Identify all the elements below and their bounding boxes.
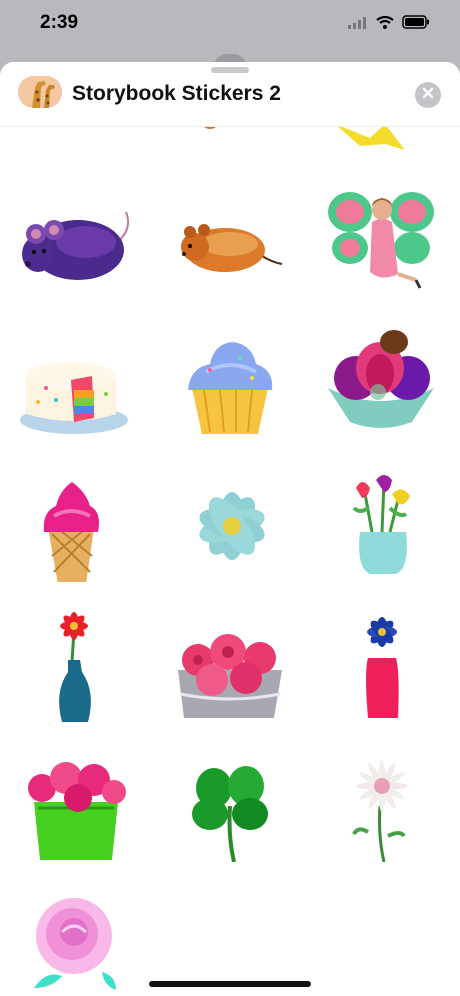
home-indicator[interactable] bbox=[149, 981, 311, 987]
sticker-clover[interactable] bbox=[170, 752, 290, 862]
sticker-purple-mouse[interactable] bbox=[16, 192, 136, 302]
sticker-cupcake[interactable] bbox=[170, 328, 290, 438]
status-time: 2:39 bbox=[40, 12, 79, 33]
close-icon bbox=[422, 86, 434, 104]
wifi-icon bbox=[376, 15, 394, 34]
sticker-pink-vase-blue-flower[interactable] bbox=[320, 612, 440, 722]
giraffe-icon bbox=[18, 76, 62, 108]
sticker-sundae-bowl[interactable] bbox=[320, 322, 440, 432]
sheet-title: Storybook Stickers 2 bbox=[72, 82, 281, 105]
sticker-rainbow-cake[interactable] bbox=[16, 332, 136, 442]
sticker-rose-box[interactable] bbox=[170, 612, 290, 722]
close-button[interactable] bbox=[415, 82, 441, 108]
sheet-grabber[interactable] bbox=[211, 67, 249, 73]
sticker-green-pot-flowers[interactable] bbox=[16, 752, 136, 862]
sticker-pink-rose[interactable] bbox=[16, 892, 136, 996]
signal-icon bbox=[348, 16, 368, 34]
status-bar: 2:39 bbox=[0, 0, 460, 54]
sticker-ice-cream-cone[interactable] bbox=[16, 472, 136, 582]
sticker-blue-daisy[interactable] bbox=[170, 468, 290, 578]
battery-icon bbox=[402, 15, 430, 34]
sticker-orange-hamster[interactable] bbox=[170, 192, 290, 302]
sticker-tulip-vase[interactable] bbox=[320, 468, 440, 578]
sticker-red-flower-vase[interactable] bbox=[16, 612, 136, 722]
status-icons bbox=[348, 15, 430, 34]
sticker-fairy[interactable] bbox=[320, 182, 440, 292]
sticker-white-chrysanthemum[interactable] bbox=[320, 752, 440, 862]
sticker-sheet: Storybook Stickers 2 bbox=[0, 62, 460, 996]
